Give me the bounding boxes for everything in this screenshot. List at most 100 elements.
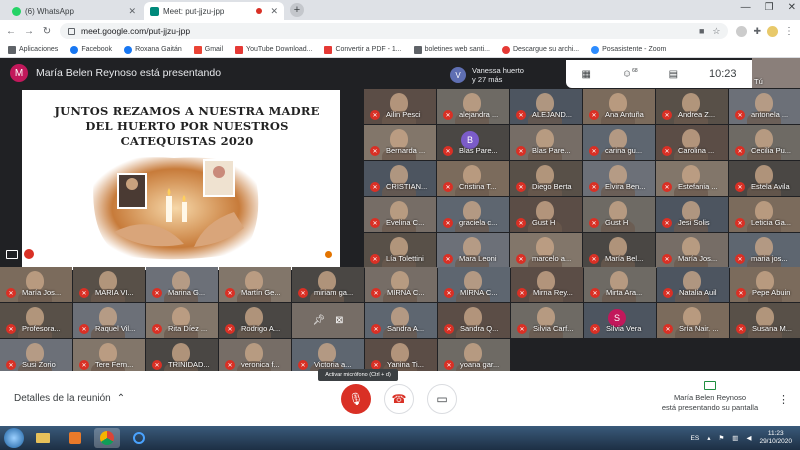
reload-icon[interactable]: ↻ [42, 26, 52, 37]
participant-tile[interactable]: ✕ Sandra Q... [438, 303, 510, 338]
explorer-icon[interactable] [30, 428, 56, 448]
star-icon[interactable]: ☆ [712, 26, 720, 37]
participant-tile[interactable]: ✕ Mara Leoni [437, 233, 509, 268]
close-window-button[interactable]: ✕ [788, 2, 796, 13]
participant-tile[interactable]: ✕ yoana gar... [438, 339, 510, 374]
participant-tile[interactable]: ✕ Estela Avila [729, 161, 800, 196]
taskbar-clock[interactable]: 11:23 29/10/2020 [759, 430, 792, 446]
bookmark-gmail[interactable]: Gmail [193, 45, 223, 54]
close-tab-icon[interactable]: ✕ [270, 6, 278, 17]
bookmark-youtube[interactable]: YouTube Download... [235, 45, 312, 54]
participant-tile[interactable]: ✕ Mirna Rey... [511, 267, 583, 302]
participant-tile[interactable]: ✕ Cecilia Pu... [729, 125, 800, 160]
participant-tile[interactable]: ✕ Ana Antuña [583, 89, 655, 124]
maximize-button[interactable]: ❐ [765, 2, 774, 13]
participant-tile[interactable]: ✕ Marina G... [146, 267, 218, 302]
participant-tile[interactable]: B ✕ Blas Pare... [437, 125, 509, 160]
grid-layout-icon[interactable]: ▦ [581, 69, 590, 80]
participant-tile[interactable]: ✕ miriam ga... [292, 267, 364, 302]
camera-toggle-button[interactable]: ▭ [427, 384, 457, 414]
participant-tile[interactable]: ✕ antonela ... [729, 89, 800, 124]
minimize-button[interactable]: — [741, 2, 751, 13]
participant-tile[interactable]: ✕ Estefania ... [656, 161, 728, 196]
participant-tile[interactable]: ✕ Profesora... [0, 303, 72, 338]
participant-tile[interactable]: ✕ Susana M... [730, 303, 800, 338]
meeting-details-button[interactable]: Detalles de la reunión ⌃ [14, 393, 125, 404]
participant-tile[interactable]: ✕ MIRNA C... [365, 267, 437, 302]
start-button[interactable] [4, 428, 24, 448]
back-icon[interactable]: ← [6, 26, 16, 37]
participant-tile[interactable]: ✕ Cristina T... [437, 161, 509, 196]
media-player-icon[interactable] [62, 428, 88, 448]
participant-tile[interactable]: ✕ veronica f... [219, 339, 291, 374]
chrome-icon[interactable] [94, 428, 120, 448]
forward-icon[interactable]: → [24, 26, 34, 37]
participant-tile[interactable]: S ✕ Silvia Vera [584, 303, 656, 338]
close-tab-icon[interactable]: ✕ [128, 6, 136, 17]
participant-tile[interactable]: ✕ Mirta Ara... [584, 267, 656, 302]
participant-tile[interactable]: ✕ MARIA VI... [73, 267, 145, 302]
participants-icon[interactable]: ☺68 [622, 68, 638, 79]
pin-icon[interactable]: 📌︎ [312, 315, 325, 326]
tray-arrow-icon[interactable]: ▴ [707, 434, 710, 442]
participant-tile[interactable]: ✕ alejandra ... [437, 89, 509, 124]
participant-tile[interactable]: ✕ Natalia Auil [657, 267, 729, 302]
participant-tile[interactable]: ✕ Raquel Vil... [73, 303, 145, 338]
participant-tile[interactable]: ✕ Tere Fern... [73, 339, 145, 374]
menu-icon[interactable]: ⋮ [784, 26, 794, 37]
flag-icon[interactable]: ⚑ [718, 434, 724, 442]
participant-tile[interactable]: ✕ María Jos... [656, 233, 728, 268]
participant-tile[interactable]: ✕ Lía Tolettini [364, 233, 436, 268]
participant-tile[interactable]: ✕ marcelo a... [510, 233, 582, 268]
volume-icon[interactable]: ◀ [746, 434, 751, 442]
puzzle-icon[interactable]: ✚ [753, 26, 761, 37]
participant-tile[interactable]: ✕ Elvira Ben... [583, 161, 655, 196]
bookmark-boletines[interactable]: boletines web santi... [413, 45, 490, 54]
participant-tile[interactable]: ✕ Rita Díez ... [146, 303, 218, 338]
url-input[interactable]: meet.google.com/put-jjzu-jpp ■ ☆ [60, 23, 729, 39]
chat-icon[interactable]: ▤ [669, 69, 678, 80]
bookmark-apps[interactable]: Aplicaciones [8, 45, 58, 54]
participant-tile[interactable]: ✕ Jesi Solis [656, 197, 728, 232]
new-tab-button[interactable]: + [290, 3, 304, 17]
extension-icon[interactable] [736, 25, 748, 37]
profile-avatar[interactable] [767, 25, 778, 37]
bookmark-zoom[interactable]: Posasistente - Zoom [591, 45, 666, 54]
participant-tile[interactable]: ✕ Bernarda ... [364, 125, 436, 160]
participant-tile[interactable]: ✕ Diego Berta [510, 161, 582, 196]
participant-tile[interactable]: ✕ Silvia Carf... [511, 303, 583, 338]
leave-call-button[interactable]: ☎ [384, 384, 414, 414]
participant-tile[interactable]: ✕ MIRNA C... [438, 267, 510, 302]
participant-tile[interactable]: ✕ Gust H [583, 197, 655, 232]
bookmark-pdf[interactable]: Convertir a PDF - 1... [324, 45, 402, 54]
more-options-icon[interactable]: ⋮ [778, 393, 789, 406]
tab-meet[interactable]: Meet: put-jjzu-jpp ✕ [144, 2, 284, 20]
camera-icon[interactable]: ■ [699, 26, 704, 37]
participant-tile[interactable]: ✕ CRISTIAN... [364, 161, 436, 196]
participant-tile[interactable]: ✕ maria jos... [729, 233, 800, 268]
participant-tile[interactable]: ✕ ALEJAND... [510, 89, 582, 124]
participant-tile[interactable]: ✕ Ailin Pesci [364, 89, 436, 124]
participant-tile[interactable]: ✕ TRINIDAD... [146, 339, 218, 374]
participant-tile[interactable]: ✕ Carolina ... [656, 125, 728, 160]
participant-tile[interactable]: ✕ carina gu... [583, 125, 655, 160]
network-icon[interactable]: ▥ [732, 434, 738, 442]
participant-tile[interactable]: ✕ María Bel... [583, 233, 655, 268]
participant-tile[interactable]: ✕ Martín Ge... [219, 267, 291, 302]
bookmark-facebook[interactable]: Facebook [70, 45, 112, 54]
participant-tile[interactable]: ✕ Sría Nair. ... [657, 303, 729, 338]
participant-tile[interactable]: 📌︎ ⊠ [292, 303, 364, 338]
bookmark-descargue[interactable]: Descargue su archi... [501, 45, 579, 54]
participant-tile[interactable]: ✕ Rodrigo A... [219, 303, 291, 338]
participant-tile[interactable]: ✕ Sandra A... [365, 303, 437, 338]
presenting-status[interactable]: María Belen Reynoso está presentando su … [640, 381, 780, 413]
participant-tile[interactable]: ✕ graciela c... [437, 197, 509, 232]
bookmark-roxana[interactable]: Roxana Gaitán [124, 45, 182, 54]
participant-tile[interactable]: ✕ María Jos... [0, 267, 72, 302]
ie-icon[interactable] [126, 428, 152, 448]
unmute-button[interactable]: 🎙︎ [341, 384, 371, 414]
participant-tile[interactable]: ✕ Gust H [510, 197, 582, 232]
participant-tile[interactable]: ✕ Evelina C... [364, 197, 436, 232]
participant-tile[interactable]: ✕ Andrea Z... [656, 89, 728, 124]
tab-whatsapp[interactable]: (6) WhatsApp ✕ [6, 2, 142, 20]
